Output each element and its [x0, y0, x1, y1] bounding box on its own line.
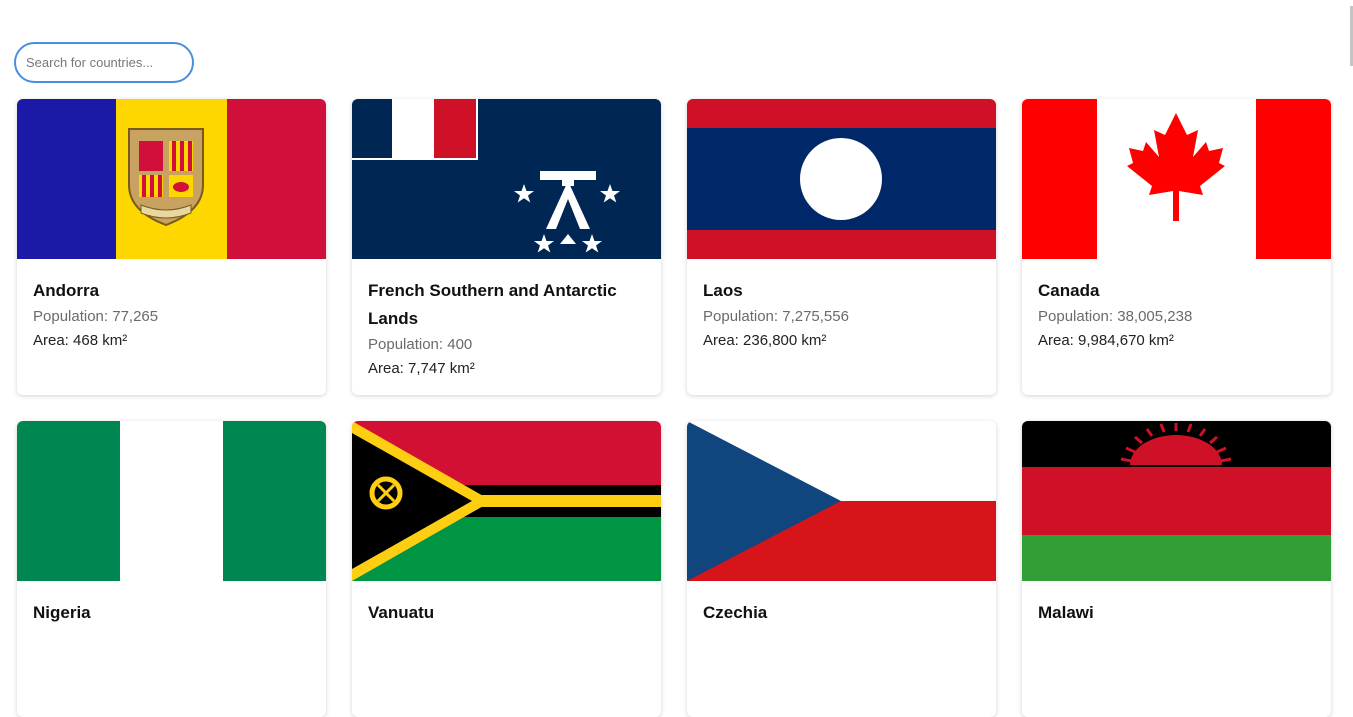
czechia-flag: [687, 421, 996, 581]
country-card[interactable]: Nigeria: [17, 421, 326, 717]
country-name: Andorra: [33, 281, 100, 300]
malawi-flag: [1022, 421, 1331, 581]
country-name: French Southern and Antarctic Lands: [368, 281, 617, 328]
canada-flag: [1022, 99, 1331, 259]
country-card[interactable]: Czechia: [687, 421, 996, 717]
country-name: Vanuatu: [368, 603, 435, 622]
country-name: Czechia: [703, 603, 768, 622]
country-card[interactable]: Andorra Population: 77,265 Area: 468 km²: [17, 99, 326, 395]
country-card[interactable]: Laos Population: 7,275,556 Area: 236,800…: [687, 99, 996, 395]
country-card[interactable]: Malawi: [1022, 421, 1331, 717]
vertical-scrollbar[interactable]: [1349, 0, 1353, 624]
french-southern-lands-flag: [352, 99, 661, 259]
country-area: Area: 468 km²: [33, 332, 128, 349]
laos-flag: [687, 99, 996, 259]
country-population: Population: 38,005,238: [1038, 308, 1193, 325]
country-card[interactable]: French Southern and Antarctic Lands Popu…: [352, 99, 661, 395]
country-area: Area: 7,747 km²: [368, 360, 475, 377]
country-name: Laos: [703, 281, 743, 300]
country-grid: Andorra Population: 77,265 Area: 468 km²…: [17, 99, 1331, 717]
country-population: Population: 400: [368, 336, 473, 353]
andorra-flag: [17, 99, 326, 259]
country-area: Area: 236,800 km²: [703, 332, 827, 349]
search-input[interactable]: [14, 42, 194, 83]
country-population: Population: 7,275,556: [703, 308, 849, 325]
nigeria-flag: [17, 421, 326, 581]
country-name: Nigeria: [33, 603, 91, 622]
vanuatu-flag: [352, 421, 661, 581]
country-area: Area: 9,984,670 km²: [1038, 332, 1174, 349]
country-card[interactable]: Canada Population: 38,005,238 Area: 9,98…: [1022, 99, 1331, 395]
country-population: Population: 77,265: [33, 308, 159, 325]
country-name: Canada: [1038, 281, 1100, 300]
country-card[interactable]: Vanuatu: [352, 421, 661, 717]
country-name: Malawi: [1038, 603, 1094, 622]
